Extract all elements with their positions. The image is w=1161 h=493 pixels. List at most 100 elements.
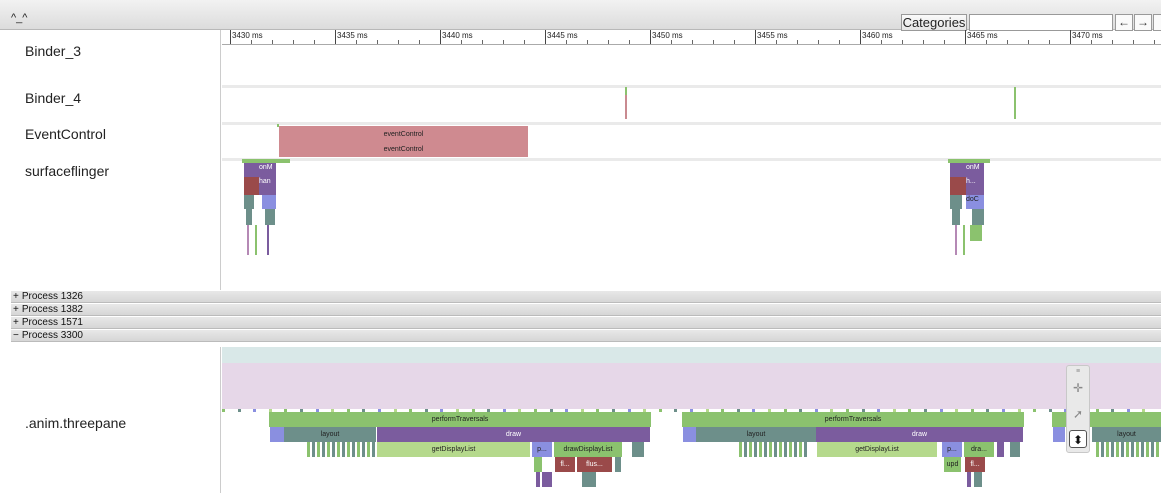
sf-slice[interactable] xyxy=(255,225,257,255)
collapse-icon[interactable]: − xyxy=(13,330,19,341)
sf-slice-h[interactable]: h... xyxy=(966,177,984,195)
get-display-list-slice[interactable]: getDisplayList xyxy=(817,442,937,457)
slice[interactable] xyxy=(1010,442,1020,457)
pan-icon[interactable]: ✛ xyxy=(1069,379,1087,397)
slice[interactable] xyxy=(1136,442,1139,457)
upd-slice[interactable]: upd xyxy=(944,457,961,472)
prev-result-button[interactable]: ← xyxy=(1115,14,1133,31)
slice[interactable] xyxy=(307,442,310,457)
sf-slice[interactable] xyxy=(952,209,960,225)
slice[interactable] xyxy=(1131,442,1134,457)
sf-slice[interactable] xyxy=(246,209,252,225)
slice[interactable] xyxy=(270,427,284,442)
sf-slice[interactable] xyxy=(950,177,966,195)
slice[interactable] xyxy=(372,442,375,457)
expand-icon[interactable]: + xyxy=(13,317,19,328)
slice[interactable] xyxy=(342,442,345,457)
layout-slice[interactable]: layout xyxy=(696,427,816,442)
slice[interactable] xyxy=(542,472,552,487)
sf-slice[interactable] xyxy=(265,209,275,225)
sf-slice[interactable] xyxy=(267,225,269,255)
fl-slice[interactable]: fl... xyxy=(555,457,575,472)
slice[interactable] xyxy=(1053,427,1065,442)
slice[interactable] xyxy=(779,442,782,457)
process-row-1571[interactable]: + Process 1571 xyxy=(11,317,1161,329)
slice[interactable] xyxy=(739,442,742,457)
slice[interactable] xyxy=(322,442,325,457)
slice[interactable] xyxy=(769,442,772,457)
fl-slice[interactable]: fl... xyxy=(965,457,985,472)
slice[interactable] xyxy=(1106,442,1109,457)
expand-icon[interactable]: + xyxy=(13,291,19,302)
overflow-button[interactable] xyxy=(1153,14,1161,31)
slice[interactable] xyxy=(1151,442,1154,457)
draw-slice[interactable]: draw xyxy=(377,427,650,442)
slice[interactable] xyxy=(744,442,747,457)
slice[interactable] xyxy=(974,472,982,487)
expand-icon[interactable]: + xyxy=(13,304,19,315)
dra-slice[interactable]: dra... xyxy=(964,442,994,457)
sf-slice[interactable] xyxy=(244,195,254,209)
binder-slice[interactable] xyxy=(1014,87,1016,119)
collapse-toggle[interactable]: ^_^ xyxy=(11,12,27,24)
slice[interactable] xyxy=(1146,442,1149,457)
select-cursor-icon[interactable]: ➚ xyxy=(1069,405,1087,423)
slice[interactable] xyxy=(332,442,335,457)
slice[interactable] xyxy=(615,457,621,472)
search-input[interactable] xyxy=(969,14,1113,31)
sf-slice[interactable] xyxy=(970,225,982,241)
draw-display-list-slice[interactable]: drawDisplayList xyxy=(554,442,622,457)
slice[interactable] xyxy=(317,442,320,457)
slice[interactable] xyxy=(764,442,767,457)
sf-slice-han[interactable]: han xyxy=(259,177,276,195)
slice[interactable] xyxy=(759,442,762,457)
thread-track-area[interactable]: performTraversals performTraversals layo… xyxy=(222,347,1161,493)
slice[interactable] xyxy=(347,442,350,457)
draw-slice[interactable]: draw xyxy=(816,427,1023,442)
perform-traversals-slice[interactable]: performTraversals xyxy=(682,412,1024,427)
process-row-1326[interactable]: + Process 1326 xyxy=(11,291,1161,303)
slice[interactable] xyxy=(367,442,370,457)
slice[interactable] xyxy=(789,442,792,457)
slice[interactable] xyxy=(1111,442,1114,457)
slice[interactable] xyxy=(1116,442,1119,457)
slice[interactable] xyxy=(754,442,757,457)
slice[interactable] xyxy=(683,427,696,442)
slice[interactable] xyxy=(799,442,802,457)
sf-slice[interactable] xyxy=(244,177,259,195)
sf-slice[interactable] xyxy=(955,225,957,255)
sf-slice[interactable] xyxy=(950,195,962,209)
slice[interactable] xyxy=(749,442,752,457)
slice[interactable] xyxy=(1126,442,1129,457)
slice[interactable] xyxy=(534,457,542,472)
slice[interactable] xyxy=(1096,442,1099,457)
slice[interactable] xyxy=(997,442,1004,457)
sf-slice-onm[interactable]: onM xyxy=(966,163,984,177)
zoom-icon[interactable]: ⬍ xyxy=(1069,430,1087,448)
slice[interactable] xyxy=(582,472,596,487)
slice[interactable] xyxy=(794,442,797,457)
perform-traversals-slice[interactable]: performTraversals xyxy=(269,412,651,427)
slice[interactable] xyxy=(784,442,787,457)
slice[interactable] xyxy=(352,442,355,457)
slice[interactable] xyxy=(327,442,330,457)
track-area[interactable]: 3430 ms 3435 ms 3440 ms 3445 ms 3450 ms 3455 … xyxy=(222,30,1161,290)
slice[interactable] xyxy=(312,442,315,457)
slice[interactable] xyxy=(1141,442,1144,457)
slice[interactable] xyxy=(337,442,340,457)
process-row-1382[interactable]: + Process 1382 xyxy=(11,304,1161,316)
layout-slice[interactable]: layout xyxy=(284,427,376,442)
p-slice[interactable]: p... xyxy=(532,442,552,457)
layout-slice[interactable]: layout xyxy=(1092,427,1161,442)
slice[interactable] xyxy=(774,442,777,457)
next-result-button[interactable]: → xyxy=(1134,14,1152,31)
slice[interactable] xyxy=(1156,442,1159,457)
time-ruler[interactable]: 3430 ms 3435 ms 3440 ms 3445 ms 3450 ms 3455 … xyxy=(222,30,1161,45)
sf-slice[interactable] xyxy=(972,209,984,225)
slice[interactable] xyxy=(967,472,971,487)
sf-slice[interactable] xyxy=(244,163,259,177)
categories-button[interactable]: Categories xyxy=(901,14,967,31)
sf-slice[interactable] xyxy=(247,225,249,255)
p-slice[interactable]: p... xyxy=(942,442,962,457)
sf-slice[interactable] xyxy=(963,225,965,255)
